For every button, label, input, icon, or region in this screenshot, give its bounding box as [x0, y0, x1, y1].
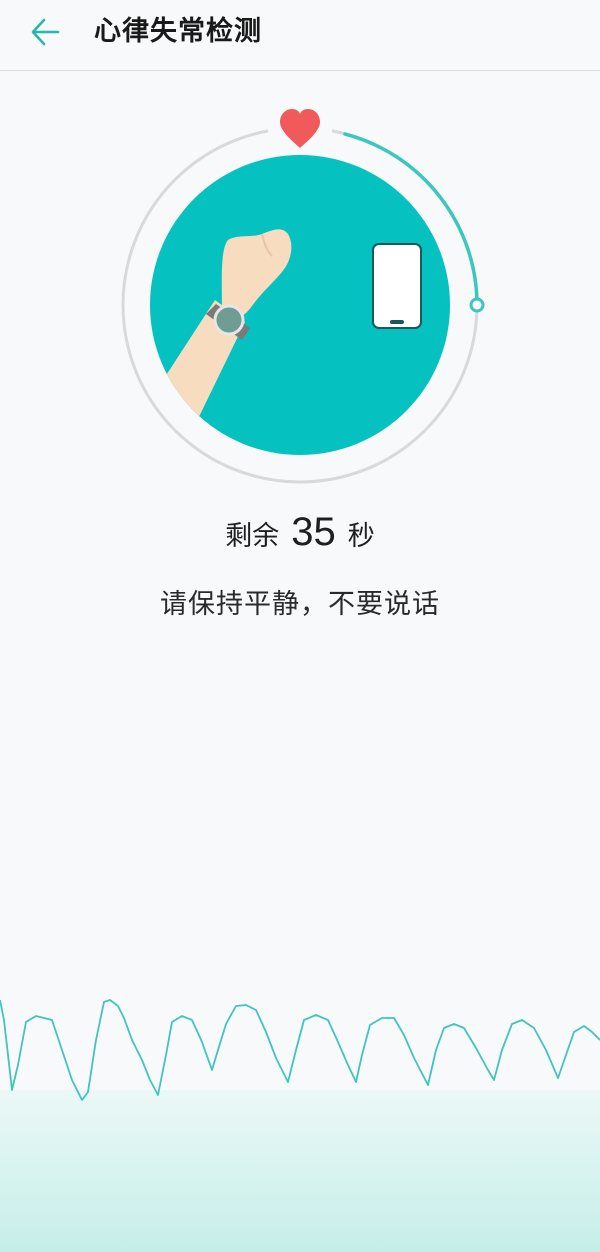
- arrhythmia-detection-screen: 心律失常检测 剩余 35 秒 请保持平静，不要说话: [0, 0, 600, 1252]
- ecg-waveform: [0, 980, 600, 1252]
- countdown-value: 35: [291, 510, 336, 554]
- arrow-left-icon: [31, 18, 60, 46]
- waveform-line: [0, 999, 600, 1101]
- measurement-illustration: [0, 100, 600, 500]
- countdown-unit: 秒: [347, 521, 375, 552]
- progress-ring-knob: [469, 297, 485, 313]
- page-title: 心律失常检测: [94, 16, 262, 47]
- phone-icon: [372, 243, 422, 329]
- countdown: 剩余 35 秒: [0, 510, 600, 566]
- countdown-label: 剩余: [225, 521, 280, 552]
- waveform-fill: [0, 1090, 600, 1252]
- app-header: 心律失常检测: [0, 0, 600, 71]
- instruction-text: 请保持平静，不要说话: [160, 589, 440, 620]
- back-button[interactable]: [20, 10, 72, 54]
